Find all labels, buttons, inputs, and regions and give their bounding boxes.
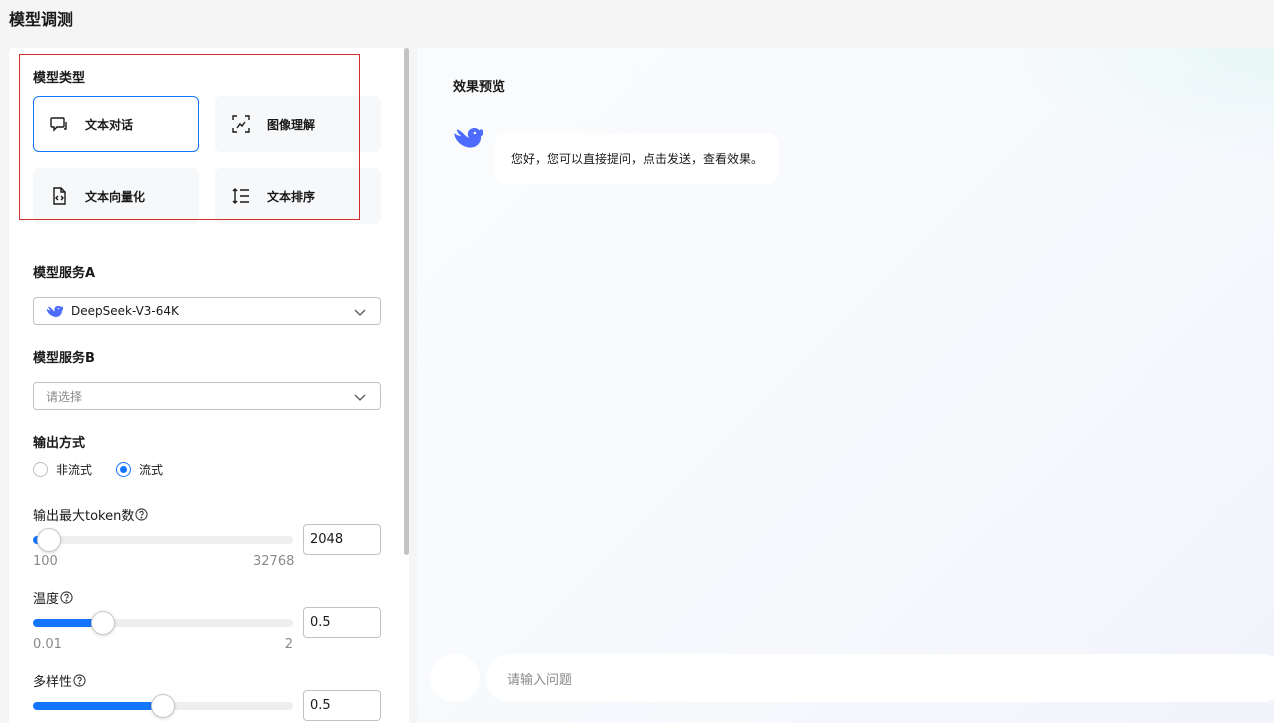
chevron-down-icon bbox=[354, 306, 366, 318]
deepseek-whale-icon bbox=[46, 305, 63, 318]
service-b-label: 模型服务B bbox=[33, 351, 95, 366]
temperature-label-text: 温度 bbox=[33, 592, 60, 607]
output-mode-label: 输出方式 bbox=[33, 436, 86, 451]
temperature-min: 0.01 bbox=[33, 637, 62, 652]
service-a-label: 模型服务A bbox=[33, 266, 96, 281]
page-title: 模型调测 bbox=[9, 10, 74, 29]
slider-fill bbox=[33, 702, 163, 710]
service-a-value: DeepSeek-V3-64K bbox=[71, 304, 179, 318]
max-tokens-input[interactable]: 2048 bbox=[303, 524, 381, 555]
max-tokens-label-text: 输出最大token数 bbox=[33, 509, 135, 524]
temperature-label: 温度 bbox=[33, 588, 73, 607]
chevron-down-icon bbox=[354, 391, 366, 403]
radio-stream[interactable] bbox=[116, 462, 132, 477]
slider-thumb[interactable] bbox=[91, 611, 115, 635]
max-tokens-min: 100 bbox=[33, 554, 58, 569]
radio-stream-label[interactable]: 流式 bbox=[139, 461, 163, 478]
slider-thumb[interactable] bbox=[37, 528, 61, 552]
deepseek-whale-icon bbox=[453, 126, 484, 152]
chat-input[interactable]: 请输入问题 bbox=[486, 654, 1274, 702]
max-tokens-slider[interactable] bbox=[33, 528, 293, 552]
panel-scrollbar[interactable] bbox=[404, 48, 409, 555]
highlight-box bbox=[19, 54, 360, 220]
help-icon[interactable] bbox=[60, 591, 73, 604]
diversity-label-text: 多样性 bbox=[33, 675, 73, 690]
service-a-select[interactable]: DeepSeek-V3-64K bbox=[33, 297, 381, 325]
max-tokens-max: 32768 bbox=[253, 554, 295, 569]
diversity-slider[interactable] bbox=[33, 694, 293, 718]
help-icon[interactable] bbox=[73, 674, 86, 687]
radio-non-stream-label[interactable]: 非流式 bbox=[56, 461, 92, 478]
max-tokens-label: 输出最大token数 bbox=[33, 505, 148, 524]
help-icon[interactable] bbox=[135, 508, 148, 521]
assistant-message: 您好，您可以直接提问，点击发送，查看效果。 bbox=[494, 133, 779, 184]
diversity-input[interactable]: 0.5 bbox=[303, 690, 381, 721]
preview-title: 效果预览 bbox=[453, 80, 506, 95]
slider-thumb[interactable] bbox=[151, 694, 175, 718]
service-b-placeholder: 请选择 bbox=[46, 389, 83, 404]
service-b-select[interactable]: 请选择 bbox=[33, 382, 381, 410]
diversity-label: 多样性 bbox=[33, 671, 86, 690]
output-mode-radio-group: 非流式 流式 bbox=[33, 461, 187, 478]
temperature-max: 2 bbox=[284, 637, 293, 652]
temperature-slider[interactable] bbox=[33, 611, 293, 635]
temperature-input[interactable]: 0.5 bbox=[303, 607, 381, 638]
chat-action-button[interactable] bbox=[430, 654, 480, 702]
preview-panel: 效果预览 您好，您可以直接提问，点击发送，查看效果。 请输入问题 bbox=[417, 48, 1274, 723]
radio-non-stream[interactable] bbox=[33, 462, 48, 477]
